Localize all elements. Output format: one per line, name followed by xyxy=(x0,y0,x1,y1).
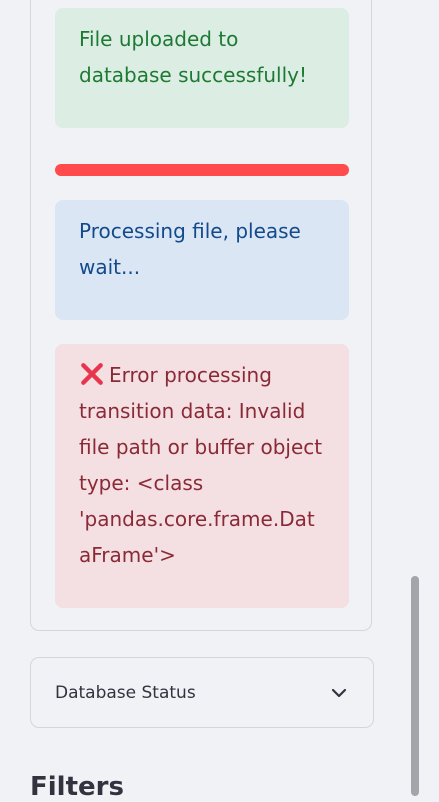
error-alert-text: Error processing transition data: Invali… xyxy=(79,363,323,567)
success-alert-text: File uploaded to database successfully! xyxy=(79,27,307,87)
chevron-down-icon xyxy=(331,688,347,697)
sidebar: File uploaded to database successfully! … xyxy=(0,0,419,802)
scrollbar-thumb[interactable] xyxy=(411,576,419,796)
x-icon xyxy=(81,363,103,385)
info-alert: Processing file, please wait... xyxy=(55,200,349,320)
success-alert: File uploaded to database successfully! xyxy=(55,8,349,128)
info-alert-text: Processing file, please wait... xyxy=(79,219,301,279)
filters-heading: Filters xyxy=(30,772,124,802)
database-status-label: Database Status xyxy=(55,682,196,703)
scrollbar-track[interactable] xyxy=(419,0,439,792)
error-alert: Error processing transition data: Invali… xyxy=(55,344,349,608)
database-status-expander[interactable]: Database Status xyxy=(30,657,374,728)
progress-bar xyxy=(55,164,349,176)
